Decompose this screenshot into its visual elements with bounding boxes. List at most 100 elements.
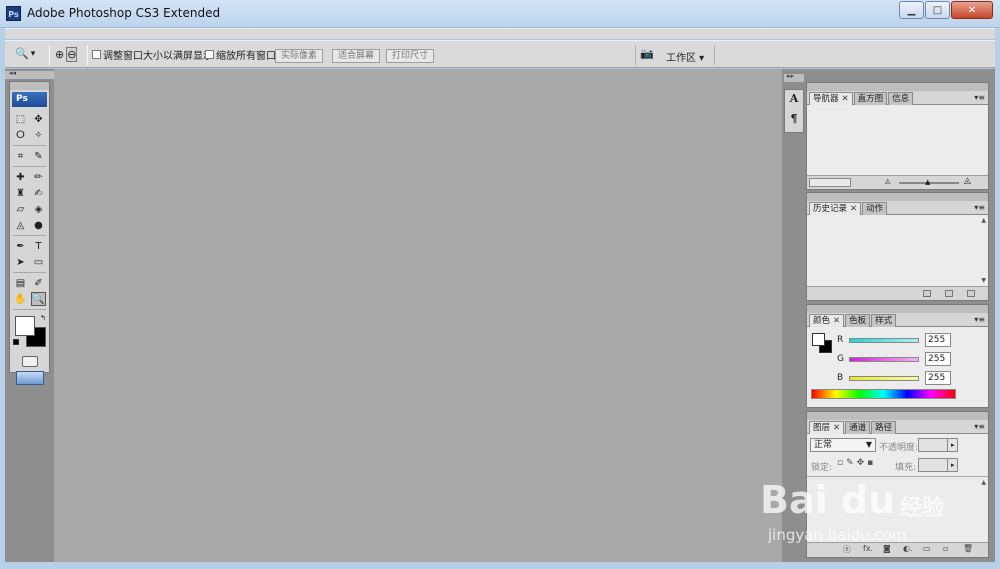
character-panel-icon[interactable]: A xyxy=(785,92,803,110)
tool-button-icon[interactable]: ✥ xyxy=(31,112,46,126)
panel-header[interactable] xyxy=(807,193,988,201)
workspace-menu[interactable]: 工作区 ▾ xyxy=(666,49,704,64)
zoom-level-input[interactable] xyxy=(809,178,851,187)
tab-histogram[interactable]: 直方图 xyxy=(853,92,888,105)
close-button[interactable]: ✕ xyxy=(951,1,993,19)
document-canvas-area[interactable] xyxy=(54,69,782,562)
menu-bar[interactable] xyxy=(5,28,995,39)
foreground-color-swatch[interactable] xyxy=(812,333,825,346)
tool-button-icon[interactable]: ➤ xyxy=(13,255,28,269)
tool-button-icon[interactable]: ● xyxy=(31,218,46,232)
fit-screen-button[interactable]: 适合屏幕 xyxy=(332,49,380,63)
default-colors-icon[interactable] xyxy=(13,339,19,345)
tab-history[interactable]: 历史记录 ✕ xyxy=(809,202,862,215)
panel-header[interactable] xyxy=(807,83,988,91)
scroll-down-icon[interactable]: ▼ xyxy=(981,277,986,284)
tab-styles[interactable]: 样式 xyxy=(871,314,897,327)
tool-button-icon[interactable]: ▱ xyxy=(13,202,28,216)
tab-info[interactable]: 信息 xyxy=(888,92,914,105)
new-document-icon[interactable] xyxy=(923,290,931,297)
green-value-input[interactable]: 255 xyxy=(925,352,951,366)
tool-button-icon[interactable]: ✐ xyxy=(31,276,46,290)
tool-button-icon[interactable]: ✎ xyxy=(31,149,46,163)
zoom-in-large-icon[interactable]: ◬ xyxy=(964,176,971,186)
panel-header[interactable] xyxy=(807,412,988,420)
tab-channels[interactable]: 通道 xyxy=(845,421,871,434)
zoom-all-checkbox[interactable] xyxy=(205,50,214,59)
tool-button-icon[interactable]: ⬚ xyxy=(13,112,28,126)
minimize-button[interactable]: ▁ xyxy=(899,1,924,19)
scroll-up-icon[interactable]: ▲ xyxy=(981,217,986,224)
tool-button-icon[interactable]: ✋ xyxy=(13,292,28,306)
quick-mask-button[interactable] xyxy=(21,356,38,367)
blend-mode-select[interactable]: 正常 ▼ xyxy=(810,438,876,452)
resize-windows-option[interactable]: 调整窗口大小以满屏显示 xyxy=(92,47,213,62)
blue-value-input[interactable]: 255 xyxy=(925,371,951,385)
panel-menu-icon[interactable]: ▾≡ xyxy=(974,93,985,102)
tool-button-icon[interactable]: ✧ xyxy=(31,128,46,142)
green-slider[interactable] xyxy=(849,356,919,362)
close-icon[interactable]: ✕ xyxy=(833,316,840,326)
zoom-slider-handle[interactable]: ▲ xyxy=(925,178,930,186)
tool-button-icon[interactable]: ◈ xyxy=(31,202,46,216)
tab-swatches[interactable]: 色板 xyxy=(845,314,871,327)
title-bar[interactable]: Ps Adobe Photoshop CS3 Extended ▁ □ ✕ xyxy=(0,0,1000,28)
red-slider[interactable] xyxy=(849,337,919,343)
fill-stepper[interactable]: ▸ xyxy=(947,458,958,472)
panel-header[interactable] xyxy=(807,305,988,313)
icon-dock-header[interactable]: ▸▸ xyxy=(784,72,804,82)
photoshop-logo[interactable]: Ps xyxy=(12,92,47,107)
tool-button-icon[interactable]: ◬ xyxy=(13,218,28,232)
scroll-up-icon[interactable]: ▲ xyxy=(981,479,986,486)
tool-button-icon[interactable]: 🔍 xyxy=(31,292,46,306)
foreground-color-swatch[interactable] xyxy=(15,316,35,336)
panel-menu-icon[interactable]: ▾≡ xyxy=(974,203,985,212)
toolbox-dock-header[interactable]: ◂◂ xyxy=(5,69,54,79)
tool-button-icon[interactable]: ✍ xyxy=(31,186,46,200)
tool-button-icon[interactable]: ▭ xyxy=(31,255,46,269)
snapshot-icon[interactable] xyxy=(945,290,953,297)
print-size-button[interactable]: 打印尺寸 xyxy=(386,49,434,63)
zoom-out-icon[interactable]: ⊖ xyxy=(66,47,78,62)
tab-navigator[interactable]: 导航器 ✕ xyxy=(809,92,853,105)
tool-button-icon[interactable]: ✏ xyxy=(31,170,46,184)
panel-menu-icon[interactable]: ▾≡ xyxy=(974,315,985,324)
tool-button-icon[interactable]: T xyxy=(31,239,46,253)
actual-pixels-button[interactable]: 实际像素 xyxy=(275,49,323,63)
opacity-stepper[interactable]: ▸ xyxy=(947,438,958,452)
tab-color[interactable]: 颜色 ✕ xyxy=(809,314,845,327)
expand-icon[interactable]: ▸▸ xyxy=(787,72,794,80)
zoom-in-icon[interactable]: ⊕ xyxy=(55,48,64,61)
color-spectrum-bar[interactable] xyxy=(811,389,956,399)
toolbox-header[interactable] xyxy=(10,82,49,90)
tool-preset-picker[interactable]: 🔍 ▾ xyxy=(15,47,35,60)
history-list[interactable]: ▲ ▼ xyxy=(807,215,988,286)
trash-icon[interactable] xyxy=(967,290,975,297)
tool-button-icon[interactable]: ⵔ xyxy=(13,128,28,142)
panel-menu-icon[interactable]: ▾≡ xyxy=(974,422,985,431)
tool-button-icon[interactable]: ✚ xyxy=(13,170,28,184)
tool-button-icon[interactable]: ▤ xyxy=(13,276,28,290)
tab-layers[interactable]: 图层 ✕ xyxy=(809,421,845,434)
tool-button-icon[interactable]: ♜ xyxy=(13,186,28,200)
close-icon[interactable]: ✕ xyxy=(850,204,857,214)
zoom-all-option[interactable]: 缩放所有窗口 xyxy=(205,47,276,62)
resize-windows-checkbox[interactable] xyxy=(92,50,101,59)
collapse-icon[interactable]: ◂◂ xyxy=(9,69,16,77)
camera-icon[interactable]: 📷 xyxy=(640,47,654,60)
red-value-input[interactable]: 255 xyxy=(925,333,951,347)
tool-button-icon[interactable]: ✒ xyxy=(13,239,28,253)
close-icon[interactable]: ✕ xyxy=(842,94,849,104)
tab-paths[interactable]: 路径 xyxy=(871,421,897,434)
tool-button-icon[interactable]: ⌗ xyxy=(13,149,28,163)
paragraph-panel-icon[interactable]: ¶ xyxy=(785,112,803,130)
lock-icons[interactable]: ▫✎✥▪ xyxy=(837,458,876,468)
photoshop-app-icon[interactable]: Ps xyxy=(6,6,21,21)
swap-colors-icon[interactable]: ↰ xyxy=(40,314,46,322)
screen-mode-button[interactable] xyxy=(15,371,44,385)
close-icon[interactable]: ✕ xyxy=(833,423,840,433)
maximize-button[interactable]: □ xyxy=(925,1,950,19)
blue-slider[interactable] xyxy=(849,375,919,381)
zoom-out-small-icon[interactable]: ◬ xyxy=(885,177,890,185)
tab-actions[interactable]: 动作 xyxy=(862,202,888,215)
